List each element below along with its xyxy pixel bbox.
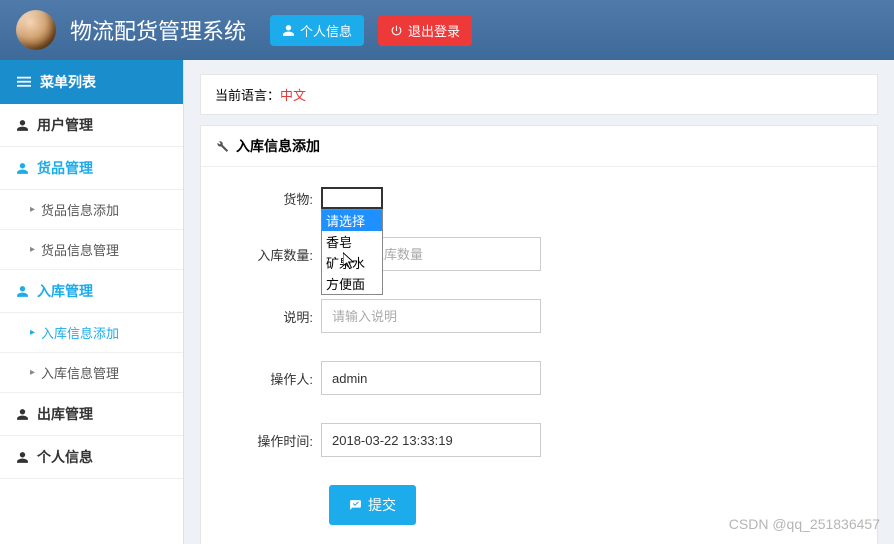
language-value: 中文 <box>280 88 306 103</box>
logout-button[interactable]: 退出登录 <box>378 15 472 46</box>
wrench-icon <box>215 139 229 153</box>
panel-title: 入库信息添加 <box>201 126 877 167</box>
sidebar-item-goods[interactable]: 货品管理 <box>0 147 183 190</box>
sidebar-item-outbound[interactable]: 出库管理 <box>0 393 183 436</box>
main-content: 当前语言：中文 入库信息添加 货物: 请选择 香皂 矿泉水 方便面 <box>184 60 894 544</box>
user-icon <box>16 162 29 175</box>
goods-option-1[interactable]: 香皂 <box>322 231 382 252</box>
sidebar: 菜单列表 用户管理 货品管理 货品信息添加 货品信息管理 入库管理 入库信息添加… <box>0 60 184 544</box>
sidebar-sub-goods-add[interactable]: 货品信息添加 <box>0 190 183 230</box>
sidebar-item-inbound[interactable]: 入库管理 <box>0 270 183 313</box>
sidebar-sub-goods-manage[interactable]: 货品信息管理 <box>0 230 183 270</box>
user-icon <box>16 451 29 464</box>
operator-input[interactable] <box>321 361 541 395</box>
user-icon <box>16 119 29 132</box>
language-bar: 当前语言：中文 <box>200 74 878 115</box>
user-icon <box>16 408 29 421</box>
profile-button[interactable]: 个人信息 <box>270 15 364 46</box>
top-bar: 物流配货管理系统 个人信息 退出登录 <box>0 0 894 60</box>
time-input[interactable] <box>321 423 541 457</box>
power-icon <box>390 24 403 37</box>
menu-header: 菜单列表 <box>0 60 183 104</box>
sidebar-item-users[interactable]: 用户管理 <box>0 104 183 147</box>
list-icon <box>16 75 32 89</box>
sidebar-sub-inbound-add[interactable]: 入库信息添加 <box>0 313 183 353</box>
user-icon <box>16 285 29 298</box>
desc-input[interactable] <box>321 299 541 333</box>
avatar[interactable] <box>16 10 56 50</box>
goods-dropdown: 请选择 香皂 矿泉水 方便面 <box>321 209 383 295</box>
check-icon <box>349 499 362 512</box>
qty-label: 入库数量: <box>231 245 321 264</box>
goods-label: 货物: <box>231 189 321 208</box>
user-icon <box>282 24 295 37</box>
goods-option-2[interactable]: 矿泉水 <box>322 252 382 273</box>
form-panel: 入库信息添加 货物: 请选择 香皂 矿泉水 方便面 入库数量: <box>200 125 878 544</box>
goods-select[interactable]: 请选择 香皂 矿泉水 方便面 <box>321 187 383 209</box>
app-title: 物流配货管理系统 <box>70 14 246 46</box>
sidebar-sub-inbound-manage[interactable]: 入库信息管理 <box>0 353 183 393</box>
desc-label: 说明: <box>231 307 321 326</box>
time-label: 操作时间: <box>231 431 321 450</box>
goods-option-3[interactable]: 方便面 <box>322 273 382 294</box>
sidebar-item-profile[interactable]: 个人信息 <box>0 436 183 479</box>
goods-option-placeholder[interactable]: 请选择 <box>322 210 382 231</box>
operator-label: 操作人: <box>231 369 321 388</box>
submit-button[interactable]: 提交 <box>329 485 416 525</box>
